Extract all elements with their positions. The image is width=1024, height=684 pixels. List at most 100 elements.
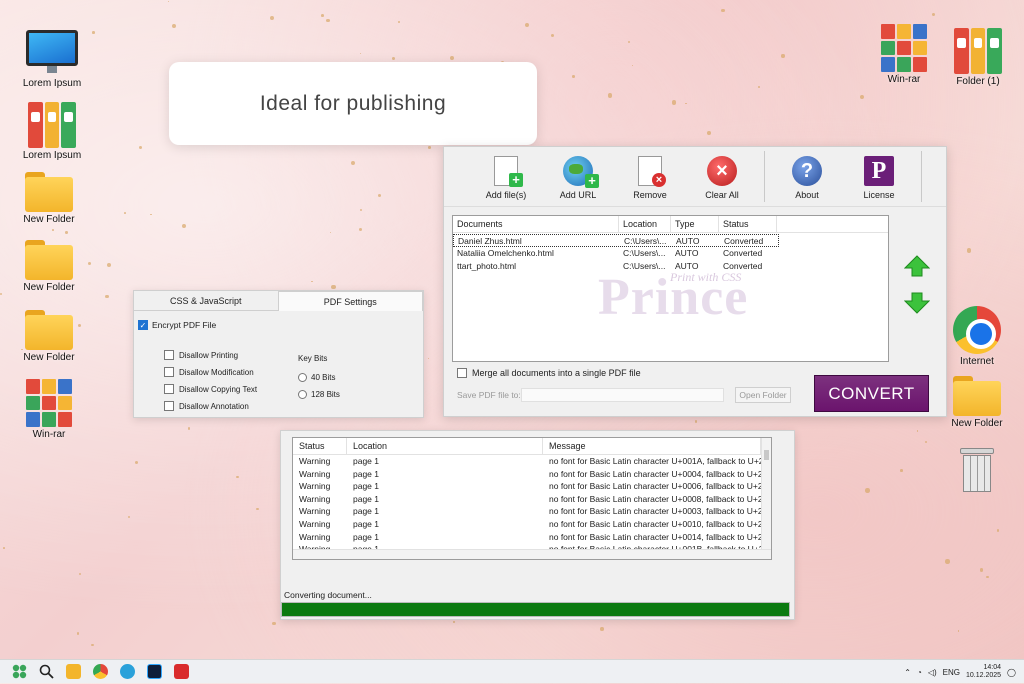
desktop-icon-lorem-ipsum-2[interactable]: Lorem Ipsum (12, 102, 92, 161)
prince-main-window: + Add file(s) + Add URL × Remove × Clear… (443, 146, 947, 417)
background-speck (272, 621, 276, 626)
add-files-button[interactable]: + Add file(s) (470, 147, 542, 206)
checkbox[interactable] (164, 384, 174, 394)
vertical-scrollbar[interactable] (761, 438, 771, 550)
desktop-icon-new-folder-1[interactable]: New Folder (9, 172, 89, 225)
column-header[interactable]: Type (671, 216, 719, 232)
disallow-printing-option[interactable]: Disallow Printing (164, 350, 238, 360)
checkbox[interactable] (164, 401, 174, 411)
background-speck (91, 643, 94, 647)
radio-button[interactable] (298, 373, 307, 382)
merge-checkbox[interactable] (457, 368, 467, 378)
progress-fill (282, 603, 789, 616)
watermark-tagline: Print with CSS (670, 270, 742, 284)
background-speck (78, 572, 81, 575)
add-url-button[interactable]: + Add URL (542, 147, 614, 206)
log-row[interactable]: Warning page 1 no font for Basic Latin cha… (293, 455, 771, 468)
table-row[interactable]: Nataliia Omelchenko.html C:\Users\... AU… (453, 247, 888, 260)
save-path-input[interactable] (521, 388, 724, 402)
desktop-icon-folder-1[interactable]: Folder (1) (938, 28, 1018, 87)
encrypt-option[interactable]: ✓ Encrypt PDF File (138, 320, 216, 330)
log-row[interactable]: Warning page 1 no font for Basic Latin cha… (293, 480, 771, 493)
log-cell-location: page 1 (353, 518, 379, 529)
trash-icon (960, 448, 994, 492)
file-explorer-icon[interactable] (60, 662, 86, 682)
desktop-icon-recycle-bin[interactable] (937, 448, 1017, 492)
log-row[interactable]: Warning page 1 no font for Basic Latin cha… (293, 493, 771, 506)
log-row[interactable]: Warning page 1 no font for Basic Latin cha… (293, 468, 771, 481)
key-bits-40-option[interactable]: 40 Bits (298, 373, 335, 382)
log-cell-status: Warning (299, 506, 331, 517)
encrypt-checkbox[interactable]: ✓ (138, 320, 148, 330)
notification-icon[interactable]: ◯ (1007, 668, 1016, 677)
column-header[interactable]: Status (719, 216, 777, 232)
desktop-icon-new-folder-3[interactable]: New Folder (9, 310, 89, 363)
horizontal-scrollbar[interactable] (293, 549, 771, 559)
merge-option[interactable]: Merge all documents into a single PDF fi… (457, 368, 641, 378)
disallow-annotation-option[interactable]: Disallow Annotation (164, 401, 249, 411)
background-speck (326, 18, 330, 23)
telegram-icon[interactable] (114, 662, 140, 682)
convert-button[interactable]: CONVERT (814, 375, 929, 412)
move-up-arrow-icon[interactable] (904, 255, 930, 277)
column-header[interactable]: Location (619, 216, 671, 232)
background-speck (0, 292, 2, 295)
cell-location: C:\Users\... (623, 248, 666, 258)
document-list[interactable]: Prince Print with CSS Documents Location… (452, 215, 889, 362)
option-label: Disallow Copying Text (179, 384, 258, 394)
background-speck (359, 208, 362, 211)
column-header[interactable]: Location (347, 438, 543, 454)
clear-all-button[interactable]: × Clear All (686, 147, 758, 206)
remove-button[interactable]: × Remove (614, 147, 686, 206)
add-file-icon: + (494, 156, 523, 187)
license-button[interactable]: P License (843, 147, 915, 206)
background-speck (397, 20, 400, 23)
desktop-icon-win-rar-right[interactable]: Win-rar (864, 24, 944, 85)
desktop-icon-label: Win-rar (32, 429, 66, 440)
prince-watermark: Prince Print with CSS (598, 268, 748, 327)
network-icon[interactable]: ◔ (917, 668, 922, 677)
background-speck (187, 427, 190, 430)
background-speck (256, 507, 259, 511)
log-list[interactable]: Status Location Message Warning page 1 no … (292, 437, 772, 560)
volume-icon[interactable]: ◁) (928, 668, 937, 677)
search-icon[interactable] (33, 662, 59, 682)
language-indicator[interactable]: ENG (943, 668, 960, 677)
log-list-header: Status Location Message (293, 438, 771, 455)
key-bits-128-option[interactable]: 128 Bits (298, 390, 340, 399)
checkbox[interactable] (164, 367, 174, 377)
photoshop-icon[interactable] (141, 662, 167, 682)
tab-css-javascript[interactable]: CSS & JavaScript (134, 291, 278, 311)
disallow-copying-option[interactable]: Disallow Copying Text (164, 384, 257, 394)
table-row[interactable]: Daniel Zhus.html C:\Users\... AUTO Conve… (453, 234, 888, 247)
disallow-modification-option[interactable]: Disallow Modification (164, 367, 254, 377)
column-header[interactable]: Message (543, 438, 761, 454)
desktop-icon-win-rar[interactable]: Win-rar (9, 379, 89, 440)
desktop-icon-internet[interactable]: Internet (937, 306, 1017, 367)
checkbox[interactable] (164, 350, 174, 360)
log-row[interactable]: Warning page 1 no font for Basic Latin cha… (293, 531, 771, 544)
tab-pdf-settings[interactable]: PDF Settings (277, 291, 423, 311)
desktop-icon-label: Internet (960, 356, 994, 367)
desktop-icon-lorem-ipsum-1[interactable]: Lorem Ipsum (12, 30, 92, 89)
column-header[interactable]: Documents (453, 216, 619, 232)
open-folder-button[interactable]: Open Folder (735, 387, 791, 403)
radio-button[interactable] (298, 390, 307, 399)
about-button[interactable]: ? About (771, 147, 843, 206)
log-row[interactable]: Warning page 1 no font for Basic Latin cha… (293, 505, 771, 518)
log-row[interactable]: Warning page 1 no font for Basic Latin cha… (293, 518, 771, 531)
add-files-label: Add file(s) (485, 190, 527, 200)
clock-time: 14:04 (983, 664, 1002, 671)
chrome-icon[interactable] (87, 662, 113, 682)
chevron-up-icon[interactable]: ⌃ (904, 668, 911, 677)
desktop-icon-label: Lorem Ipsum (22, 150, 82, 161)
clock[interactable]: 14:04 10.12.2025 (966, 664, 1001, 680)
start-icon[interactable] (6, 662, 32, 682)
desktop-icon-new-folder-2[interactable]: New Folder (9, 240, 89, 293)
move-down-arrow-icon[interactable] (904, 292, 930, 314)
column-header[interactable]: Status (293, 438, 347, 454)
conversion-log-window: Status Location Message Warning page 1 no … (280, 430, 795, 620)
desktop-icon-new-folder-right[interactable]: New Folder (937, 376, 1017, 429)
background-speck (172, 24, 176, 29)
acrobat-icon[interactable] (168, 662, 194, 682)
